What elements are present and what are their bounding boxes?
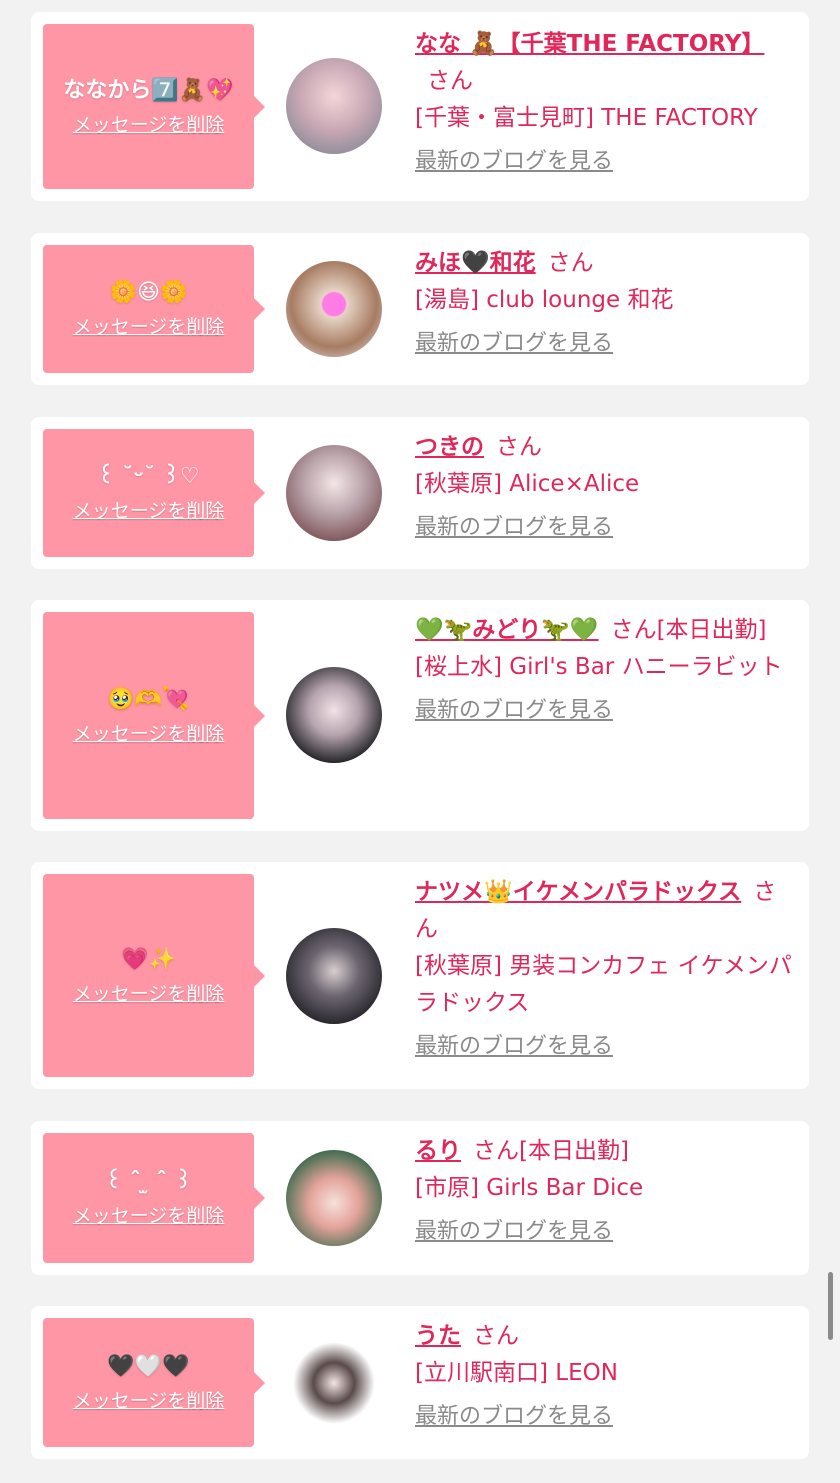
message-bubble: ななから7️⃣🧸💖 メッセージを削除 [43, 24, 265, 189]
honorific: さん[本日出勤] [473, 1138, 629, 1164]
honorific: さん [473, 1323, 519, 1349]
list-item: 🌼😆🌼 メッセージを削除 みほ🖤和花 さん [湯島] club lounge 和花… [31, 233, 809, 385]
cast-name-link[interactable]: るり [415, 1138, 461, 1164]
message-text: ななから7️⃣🧸💖 [63, 77, 234, 103]
delete-message-link[interactable]: メッセージを削除 [73, 721, 225, 747]
delete-message-link[interactable]: メッセージを削除 [73, 981, 225, 1007]
list-item: ꒰ ˆ ̫ ˆ ꒱ メッセージを削除 るり さん[本日出勤] [市原] Girls… [31, 1121, 809, 1275]
message-text: 🥹🫶💘 [107, 686, 190, 712]
cast-name-link[interactable]: ナツメ👑イケメンパラドックス [415, 879, 741, 905]
latest-blog-link[interactable]: 最新のブログを見る [415, 329, 613, 359]
cast-name-link[interactable]: なな 🧸【千葉THE FACTORY】 [415, 31, 764, 57]
message-text: 💗✨ [121, 946, 176, 972]
message-bubble: 🥹🫶💘 メッセージを削除 [43, 612, 265, 819]
shop-name: [千葉・富士見町] THE FACTORY [415, 105, 758, 131]
list-item: 🥹🫶💘 メッセージを削除 💚🦖みどり🦖💚 さん[本日出勤] [桜上水] Girl'… [31, 600, 809, 831]
list-item: 💗✨ メッセージを削除 ナツメ👑イケメンパラドックス さん [秋葉原] 男装コンカ… [31, 862, 809, 1089]
avatar[interactable] [286, 261, 382, 357]
message-bubble: 💗✨ メッセージを削除 [43, 874, 265, 1077]
delete-message-link[interactable]: メッセージを削除 [73, 1203, 225, 1229]
shop-name: [秋葉原] Alice×Alice [415, 471, 640, 497]
avatar[interactable] [286, 58, 382, 154]
delete-message-link[interactable]: メッセージを削除 [73, 314, 225, 340]
avatar[interactable] [286, 928, 382, 1024]
latest-blog-link[interactable]: 最新のブログを見る [415, 1217, 613, 1247]
shop-name: [秋葉原] 男装コンカフェ イケメンパラドックス [415, 953, 792, 1016]
latest-blog-link[interactable]: 最新のブログを見る [415, 1402, 613, 1432]
shop-name: [立川駅南口] LEON [415, 1360, 618, 1386]
latest-blog-link[interactable]: 最新のブログを見る [415, 1032, 613, 1062]
message-text: ꒰ ˆ ̫ ˆ ꒱ [104, 1169, 192, 1194]
cast-name-link[interactable]: うた [415, 1323, 461, 1349]
message-bubble: 🌼😆🌼 メッセージを削除 [43, 245, 265, 373]
delete-message-link[interactable]: メッセージを削除 [73, 1388, 225, 1414]
honorific: さん [496, 434, 542, 460]
cast-name-link[interactable]: つきの [415, 434, 484, 460]
message-list: ななから7️⃣🧸💖 メッセージを削除 なな 🧸【千葉THE FACTORY】さん… [0, 0, 840, 1483]
message-text: ꒰ ˘ᵕ˘ ꒱♡ [97, 464, 200, 489]
latest-blog-link[interactable]: 最新のブログを見る [415, 513, 613, 543]
latest-blog-link[interactable]: 最新のブログを見る [415, 696, 613, 726]
message-bubble: 🖤🤍🖤 メッセージを削除 [43, 1318, 265, 1447]
list-item: 🖤🤍🖤 メッセージを削除 うた さん [立川駅南口] LEON 最新のブログを見る [31, 1306, 809, 1459]
delete-message-link[interactable]: メッセージを削除 [73, 498, 225, 524]
honorific: さん [547, 250, 594, 276]
delete-message-link[interactable]: メッセージを削除 [73, 112, 225, 138]
cast-name-link[interactable]: みほ🖤和花 [415, 250, 536, 276]
shop-name: [桜上水] Girl's Bar ハニーラビット [415, 654, 783, 680]
honorific: さん[本日出勤] [610, 617, 767, 643]
avatar[interactable] [286, 1150, 382, 1246]
cast-name-link[interactable]: 💚🦖みどり🦖💚 [415, 617, 599, 643]
shop-name: [市原] Girls Bar Dice [415, 1175, 644, 1201]
message-bubble: ꒰ ˆ ̫ ˆ ꒱ メッセージを削除 [43, 1133, 265, 1263]
message-text: 🌼😆🌼 [109, 280, 188, 305]
latest-blog-link[interactable]: 最新のブログを見る [415, 147, 613, 177]
avatar[interactable] [286, 667, 382, 763]
list-item: ななから7️⃣🧸💖 メッセージを削除 なな 🧸【千葉THE FACTORY】さん… [31, 12, 809, 201]
message-text: 🖤🤍🖤 [107, 1353, 190, 1379]
message-bubble: ꒰ ˘ᵕ˘ ꒱♡ メッセージを削除 [43, 429, 265, 557]
shop-name: [湯島] club lounge 和花 [415, 287, 674, 313]
list-item: ꒰ ˘ᵕ˘ ꒱♡ メッセージを削除 つきの さん [秋葉原] Alice×Alic… [31, 417, 809, 569]
scrollbar[interactable] [828, 1272, 833, 1340]
honorific: さん [427, 68, 473, 94]
avatar[interactable] [286, 1335, 382, 1431]
avatar[interactable] [286, 445, 382, 541]
